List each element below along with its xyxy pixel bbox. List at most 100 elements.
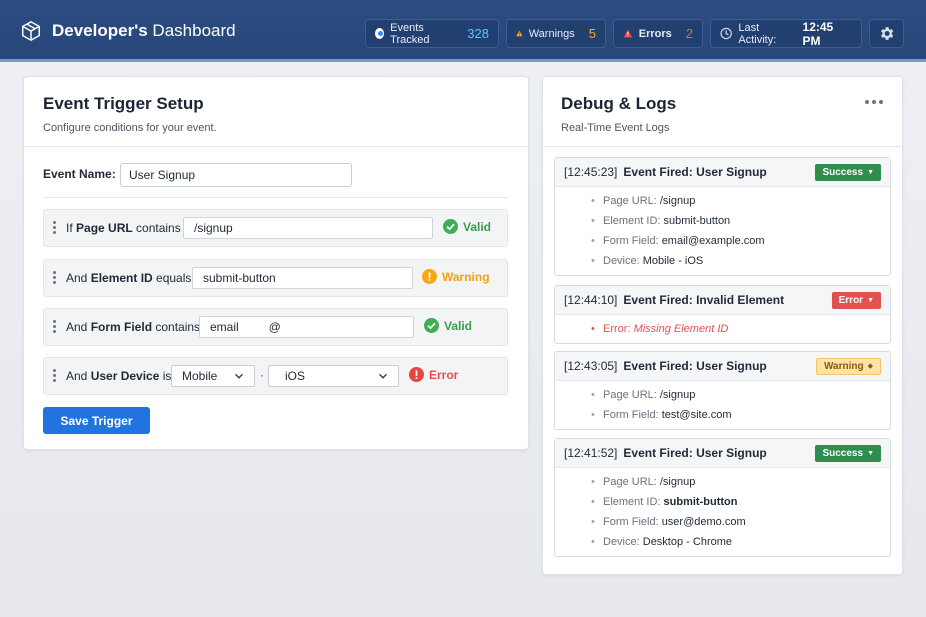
events-tracked-pill[interactable]: Events Tracked 328 bbox=[365, 19, 499, 48]
top-bar: Developer's Dashboard Events Tracked 328… bbox=[0, 0, 926, 62]
form-field-value-input[interactable]: email @ bbox=[199, 316, 414, 338]
log-entry[interactable]: [12:44:10] Event Fired: Invalid Element … bbox=[554, 285, 891, 344]
detail-value: /signup bbox=[659, 389, 696, 401]
log-timestamp: [12:43:05] bbox=[564, 359, 618, 373]
badge-text: Error bbox=[838, 294, 864, 306]
detail-value: submit-button bbox=[663, 496, 738, 508]
log-event-title: Event Fired: Invalid Element bbox=[623, 293, 785, 307]
logs-title: Debug & Logs bbox=[561, 94, 677, 113]
detail-key: Error: bbox=[603, 323, 631, 335]
error-triangle-icon bbox=[623, 29, 633, 38]
status-badge-success[interactable]: Success ▼ bbox=[815, 444, 881, 462]
condition-operator: contains bbox=[132, 221, 181, 235]
save-trigger-button[interactable]: Save Trigger bbox=[43, 407, 150, 434]
select-separator: · bbox=[260, 368, 264, 382]
condition-operator: equals bbox=[152, 271, 192, 285]
warning-icon bbox=[516, 30, 523, 37]
log-entry[interactable]: [12:45:23] Event Fired: User Signup Succ… bbox=[554, 157, 891, 276]
event-name-label: Event Name: bbox=[43, 167, 116, 181]
detail-key: Form Field: bbox=[603, 235, 659, 247]
warning-circle-icon bbox=[422, 269, 437, 284]
detail-key: Page URL: bbox=[603, 476, 657, 488]
setup-subtitle: Configure conditions for your event. bbox=[43, 122, 217, 134]
device-os-value: iOS bbox=[285, 369, 306, 383]
chevron-down-icon bbox=[234, 373, 244, 379]
log-details: Page URL: /signup Element ID: submit-but… bbox=[555, 187, 890, 275]
drag-handle-icon[interactable] bbox=[53, 221, 56, 235]
detail-value: Missing Element ID bbox=[633, 323, 729, 335]
drag-handle-icon[interactable] bbox=[53, 369, 56, 383]
more-options-icon[interactable] bbox=[865, 100, 883, 104]
detail-key: Device: bbox=[603, 536, 640, 548]
condition-label: And Element ID equals bbox=[66, 271, 191, 285]
status-text: Warning bbox=[442, 269, 490, 284]
clock-icon bbox=[720, 27, 732, 40]
condition-prefix: And bbox=[66, 320, 91, 334]
condition-field: Form Field bbox=[90, 320, 153, 334]
caret-down-icon: ▼ bbox=[867, 449, 874, 457]
warnings-pill[interactable]: Warnings 5 bbox=[506, 19, 606, 48]
event-name-input[interactable]: User Signup bbox=[120, 163, 352, 187]
log-details: Error: Missing Element ID bbox=[555, 315, 890, 343]
condition-prefix: And bbox=[66, 271, 91, 285]
errors-label: Errors bbox=[638, 27, 672, 40]
badge-text: Success bbox=[822, 447, 864, 459]
logs-subtitle: Real-Time Event Logs bbox=[561, 122, 670, 134]
condition-field: Element ID bbox=[90, 271, 153, 285]
log-timestamp: [12:41:52] bbox=[564, 446, 618, 460]
detail-value: test@site.com bbox=[661, 409, 732, 421]
events-tracked-count: 328 bbox=[467, 26, 489, 41]
check-circle-icon bbox=[443, 219, 458, 234]
app-title: Developer's Dashboard bbox=[52, 21, 236, 41]
device-type-select[interactable]: Mobile bbox=[171, 365, 255, 387]
log-detail: Page URL: /signup bbox=[591, 385, 890, 405]
errors-pill[interactable]: Errors 2 bbox=[613, 19, 703, 48]
status-badge-error[interactable]: Error ▼ bbox=[831, 291, 881, 309]
condition-label: If Page URL contains bbox=[66, 221, 181, 235]
divider bbox=[543, 146, 902, 147]
badge-text: Warning bbox=[823, 360, 864, 372]
detail-key: Element ID: bbox=[603, 496, 661, 508]
drag-handle-icon[interactable] bbox=[53, 320, 56, 334]
check-circle-icon bbox=[424, 318, 439, 333]
settings-button[interactable] bbox=[869, 19, 904, 48]
device-os-select[interactable]: iOS bbox=[268, 365, 399, 387]
caret-icon: ◆ bbox=[867, 363, 873, 370]
badge-text: Success bbox=[822, 166, 864, 178]
status-text: Error bbox=[429, 367, 459, 382]
cube-logo-icon bbox=[22, 20, 40, 42]
last-activity-time: 12:45 PM bbox=[802, 19, 834, 48]
debug-logs-panel: Debug & Logs Real-Time Event Logs [12:45… bbox=[542, 76, 903, 575]
detail-value: /signup bbox=[659, 195, 696, 207]
log-entry-header: [12:43:05] Event Fired: User Signup Warn… bbox=[555, 352, 890, 381]
caret-down-icon: ▼ bbox=[867, 296, 874, 304]
detail-value: submit-button bbox=[663, 215, 731, 227]
app-title-rest: Dashboard bbox=[147, 21, 236, 40]
detail-key: Device: bbox=[603, 255, 640, 267]
status-text: Valid bbox=[444, 318, 473, 333]
detail-key: Page URL: bbox=[603, 389, 657, 401]
log-detail-error: Error: Missing Element ID bbox=[591, 319, 890, 339]
condition-operator: is bbox=[159, 369, 172, 383]
status-text: Valid bbox=[463, 219, 492, 234]
events-tracked-label: Events Tracked bbox=[390, 21, 430, 46]
log-detail: Device: Mobile - iOS bbox=[591, 251, 890, 271]
status-warning: Warning bbox=[422, 269, 490, 284]
page-url-value-input[interactable]: /signup bbox=[183, 217, 433, 239]
detail-value: Mobile - iOS bbox=[642, 255, 704, 267]
condition-field: User Device bbox=[90, 369, 160, 383]
status-valid: Valid bbox=[443, 219, 491, 234]
warnings-label: Warnings bbox=[528, 27, 575, 40]
detail-value: /signup bbox=[659, 476, 696, 488]
status-valid: Valid bbox=[424, 318, 472, 333]
log-entry[interactable]: [12:41:52] Event Fired: User Signup Succ… bbox=[554, 438, 891, 557]
status-badge-warning[interactable]: Warning ◆ bbox=[815, 357, 881, 375]
log-detail: Form Field: email@example.com bbox=[591, 231, 890, 251]
log-entry[interactable]: [12:43:05] Event Fired: User Signup Warn… bbox=[554, 351, 891, 430]
status-badge-success[interactable]: Success ▼ bbox=[815, 163, 881, 181]
detail-value: Desktop - Chrome bbox=[642, 536, 733, 548]
element-id-value-input[interactable]: submit-button bbox=[192, 267, 413, 289]
detail-key: Form Field: bbox=[603, 409, 659, 421]
drag-handle-icon[interactable] bbox=[53, 271, 56, 285]
condition-rule-element-id: And Element ID equals submit-button Warn… bbox=[43, 259, 508, 297]
